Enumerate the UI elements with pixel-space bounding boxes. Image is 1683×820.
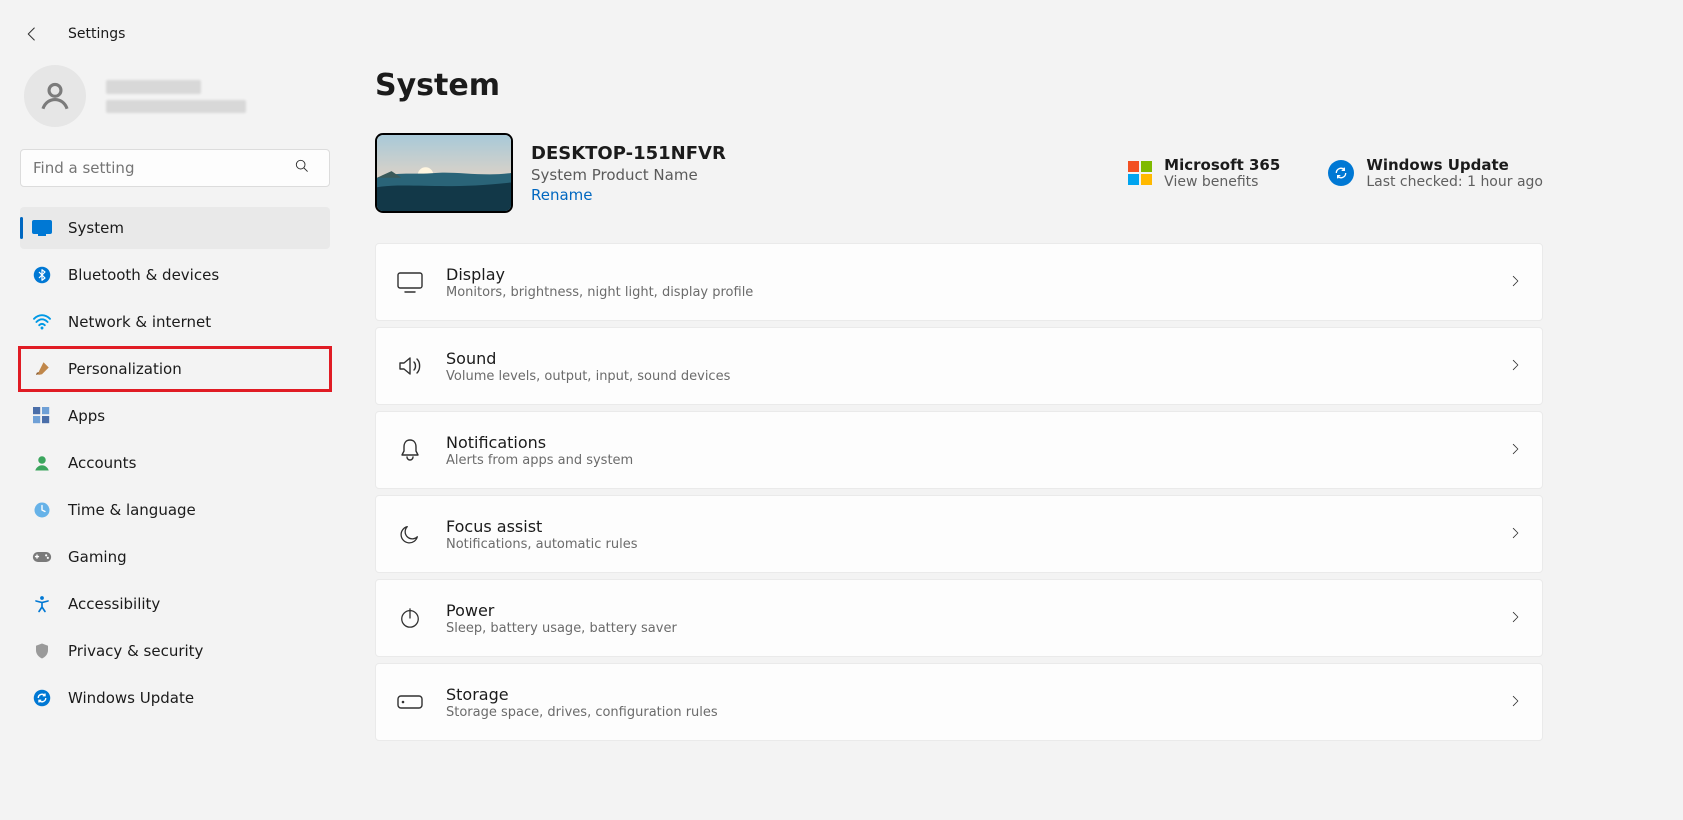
page-title: System	[375, 68, 1543, 103]
clock-globe-icon	[32, 500, 52, 520]
card-title: Storage	[446, 685, 1508, 704]
card-sub: Alerts from apps and system	[446, 453, 1508, 468]
back-button[interactable]	[20, 22, 44, 46]
card-sub: Notifications, automatic rules	[446, 537, 1508, 552]
chevron-right-icon	[1508, 441, 1522, 460]
nav-time[interactable]: Time & language	[20, 489, 330, 531]
device-product: System Product Name	[531, 166, 726, 184]
search-input[interactable]	[20, 149, 330, 187]
nav-accessibility[interactable]: Accessibility	[20, 583, 330, 625]
window-title: Settings	[68, 26, 125, 42]
nav-label: Apps	[68, 407, 105, 425]
nav-update[interactable]: Windows Update	[20, 677, 330, 719]
card-sub: Sleep, battery usage, battery saver	[446, 621, 1508, 636]
windows-update-icon	[1328, 160, 1354, 186]
card-focus-assist[interactable]: Focus assist Notifications, automatic ru…	[375, 495, 1543, 573]
card-title: Notifications	[446, 433, 1508, 452]
nav-privacy[interactable]: Privacy & security	[20, 630, 330, 672]
rename-link[interactable]: Rename	[531, 186, 726, 204]
chevron-right-icon	[1508, 273, 1522, 292]
paintbrush-icon	[32, 359, 52, 379]
person-icon	[38, 79, 72, 113]
chevron-right-icon	[1508, 609, 1522, 628]
account-icon	[32, 453, 52, 473]
card-power[interactable]: Power Sleep, battery usage, battery save…	[375, 579, 1543, 657]
display-icon	[396, 268, 424, 296]
card-title: Focus assist	[446, 517, 1508, 536]
monitor-icon	[32, 218, 52, 238]
profile-name-redacted	[106, 80, 246, 113]
chevron-right-icon	[1508, 357, 1522, 376]
gamepad-icon	[32, 547, 52, 567]
shortcut-title: Windows Update	[1366, 156, 1543, 174]
card-sub: Volume levels, output, input, sound devi…	[446, 369, 1508, 384]
accessibility-icon	[32, 594, 52, 614]
card-sub: Monitors, brightness, night light, displ…	[446, 285, 1508, 300]
sound-icon	[396, 352, 424, 380]
card-sound[interactable]: Sound Volume levels, output, input, soun…	[375, 327, 1543, 405]
nav-label: Personalization	[68, 360, 182, 378]
arrow-left-icon	[23, 25, 41, 43]
windows-update-shortcut[interactable]: Windows Update Last checked: 1 hour ago	[1328, 156, 1543, 190]
shortcut-sub: Last checked: 1 hour ago	[1366, 174, 1543, 190]
nav-system[interactable]: System	[20, 207, 330, 249]
card-title: Power	[446, 601, 1508, 620]
nav-label: Privacy & security	[68, 642, 203, 660]
nav-label: Gaming	[68, 548, 127, 566]
nav-apps[interactable]: Apps	[20, 395, 330, 437]
bell-icon	[396, 436, 424, 464]
nav-accounts[interactable]: Accounts	[20, 442, 330, 484]
user-profile[interactable]	[20, 65, 330, 127]
storage-icon	[396, 688, 424, 716]
power-icon	[396, 604, 424, 632]
wifi-icon	[32, 312, 52, 332]
card-notifications[interactable]: Notifications Alerts from apps and syste…	[375, 411, 1543, 489]
microsoft-logo-icon	[1128, 161, 1152, 185]
nav-label: Network & internet	[68, 313, 211, 331]
card-sub: Storage space, drives, configuration rul…	[446, 705, 1508, 720]
moon-icon	[396, 520, 424, 548]
avatar	[24, 65, 86, 127]
update-icon	[32, 688, 52, 708]
nav-label: Time & language	[68, 501, 196, 519]
search-box[interactable]	[20, 149, 330, 187]
shield-icon	[32, 641, 52, 661]
card-title: Display	[446, 265, 1508, 284]
chevron-right-icon	[1508, 693, 1522, 712]
nav-label: Bluetooth & devices	[68, 266, 219, 284]
chevron-right-icon	[1508, 525, 1522, 544]
shortcut-sub: View benefits	[1164, 174, 1280, 190]
bluetooth-icon	[32, 265, 52, 285]
device-name: DESKTOP-151NFVR	[531, 143, 726, 164]
nav-label: System	[68, 219, 124, 237]
nav-label: Accounts	[68, 454, 136, 472]
card-title: Sound	[446, 349, 1508, 368]
card-storage[interactable]: Storage Storage space, drives, configura…	[375, 663, 1543, 741]
microsoft-365-shortcut[interactable]: Microsoft 365 View benefits	[1128, 156, 1280, 190]
nav-gaming[interactable]: Gaming	[20, 536, 330, 578]
nav-bluetooth[interactable]: Bluetooth & devices	[20, 254, 330, 296]
nav-label: Windows Update	[68, 689, 194, 707]
card-display[interactable]: Display Monitors, brightness, night ligh…	[375, 243, 1543, 321]
nav-network[interactable]: Network & internet	[20, 301, 330, 343]
desktop-wallpaper-thumbnail[interactable]	[375, 133, 513, 213]
apps-icon	[32, 406, 52, 426]
nav-label: Accessibility	[68, 595, 160, 613]
shortcut-title: Microsoft 365	[1164, 156, 1280, 174]
nav-personalization[interactable]: Personalization	[20, 348, 330, 390]
